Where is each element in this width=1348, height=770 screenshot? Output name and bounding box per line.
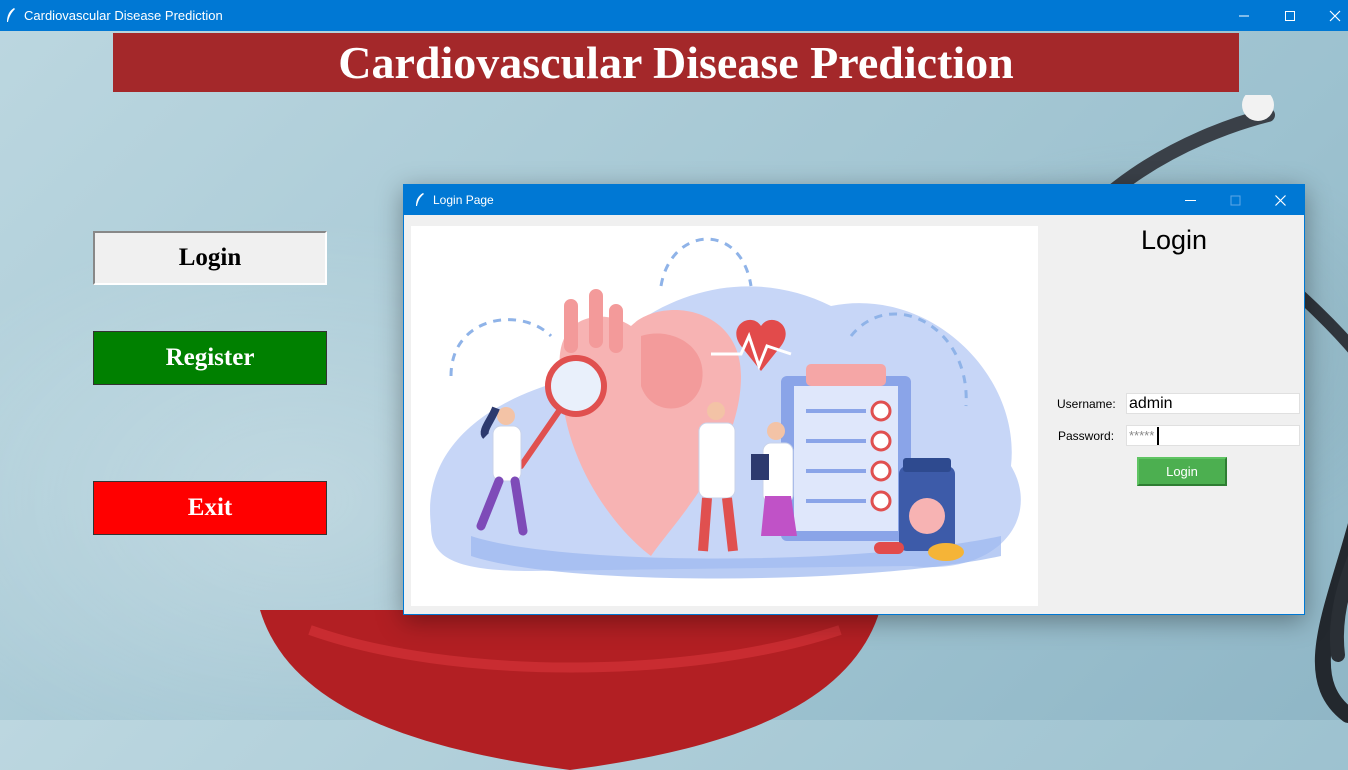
maximize-button[interactable]: [1267, 0, 1313, 31]
close-icon: [1274, 194, 1286, 206]
red-heart-background-image: [260, 610, 880, 770]
login-heading: Login: [1140, 225, 1208, 255]
window-title: Cardiovascular Disease Prediction: [24, 8, 223, 23]
exit-button[interactable]: Exit: [93, 481, 327, 535]
dialog-close-button[interactable]: [1258, 185, 1302, 215]
minimize-button[interactable]: [1221, 0, 1267, 31]
dialog-title: Login Page: [433, 193, 494, 207]
password-label: Password:: [1058, 429, 1115, 443]
maximize-icon: [1230, 195, 1240, 205]
register-button[interactable]: Register: [93, 331, 327, 385]
username-label: Username:: [1057, 397, 1116, 411]
heart-doctors-illustration: [411, 226, 1038, 606]
minimize-icon: [1239, 15, 1249, 16]
feather-icon: [416, 193, 424, 206]
dialog-minimize-button[interactable]: [1168, 185, 1212, 215]
main-window-titlebar: Cardiovascular Disease Prediction: [0, 0, 1348, 31]
dialog-titlebar: Login Page: [404, 185, 1304, 215]
dialog-maximize-button[interactable]: [1213, 185, 1257, 215]
login-button[interactable]: Login: [93, 231, 327, 285]
username-input[interactable]: [1126, 393, 1300, 414]
password-input[interactable]: *****: [1126, 425, 1300, 446]
minimize-icon: [1184, 199, 1196, 201]
dialog-login-button[interactable]: Login: [1137, 457, 1227, 486]
feather-icon: [7, 8, 15, 22]
page-title-banner: Cardiovascular Disease Prediction: [113, 33, 1239, 92]
login-dialog: Login Page Login Username: admin Passwor…: [403, 184, 1305, 615]
text-cursor: [1157, 427, 1159, 445]
maximize-icon: [1285, 10, 1295, 21]
close-button[interactable]: [1312, 0, 1348, 31]
close-icon: [1329, 10, 1341, 21]
